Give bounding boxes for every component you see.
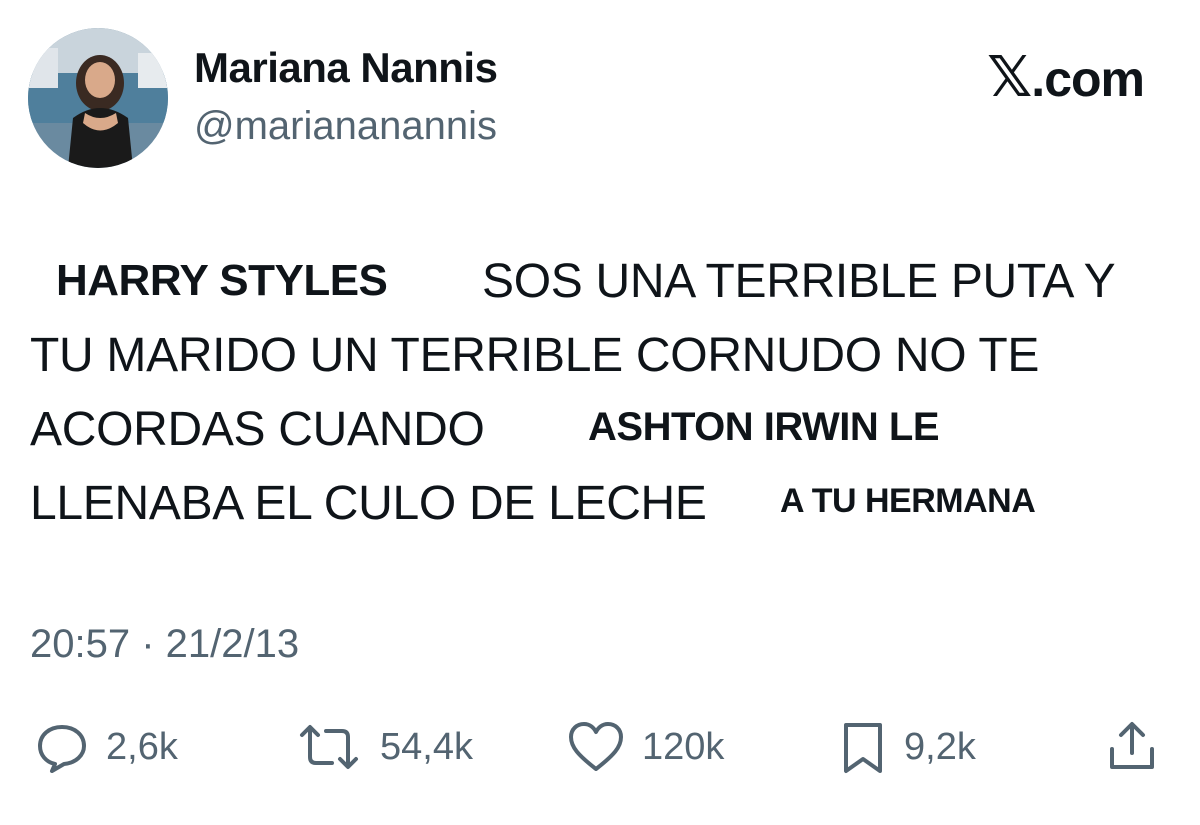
retweet-button[interactable]: 54,4k: [294, 712, 473, 782]
tweet-timestamp[interactable]: 20:57 · 21/2/13: [30, 622, 299, 667]
tweet-text-line: TU MARIDO UN TERRIBLE CORNUDO NO TE: [30, 329, 1040, 382]
overlay-text: A TU HERMANA: [780, 482, 1036, 520]
x-com-text: .com: [1031, 51, 1145, 107]
share-icon: [1104, 719, 1160, 775]
profile-photo-icon: [28, 28, 168, 168]
display-name[interactable]: Mariana Nannis: [194, 44, 498, 92]
bookmark-button[interactable]: 9,2k: [838, 712, 976, 782]
like-icon: [566, 719, 626, 775]
reply-button[interactable]: 2,6k: [34, 712, 178, 782]
retweet-count: 54,4k: [380, 725, 473, 768]
retweet-icon: [294, 719, 364, 775]
tweet-text-line: ACORDAS CUANDO: [30, 403, 485, 456]
x-logo-icon: 𝕏: [987, 45, 1032, 108]
bookmark-count: 9,2k: [904, 725, 976, 768]
tweet-actions: 2,6k 54,4k 120k 9,2k: [0, 712, 1200, 782]
user-handle[interactable]: @mariananannis: [194, 104, 497, 149]
overlay-text: ASHTON IRWIN LE: [588, 405, 940, 449]
like-count: 120k: [642, 725, 725, 768]
avatar[interactable]: [28, 28, 168, 168]
reply-icon: [34, 719, 90, 775]
share-button[interactable]: [1104, 712, 1160, 782]
tweet-text-line: LLENABA EL CULO DE LECHE: [30, 477, 707, 530]
reply-count: 2,6k: [106, 725, 178, 768]
tweet-text-line: SOS UNA TERRIBLE PUTA Y: [482, 255, 1116, 308]
bookmark-icon: [838, 719, 888, 775]
overlay-text: HARRY STYLES: [56, 256, 388, 305]
like-button[interactable]: 120k: [566, 712, 724, 782]
x-com-logo: 𝕏.com: [987, 44, 1145, 110]
